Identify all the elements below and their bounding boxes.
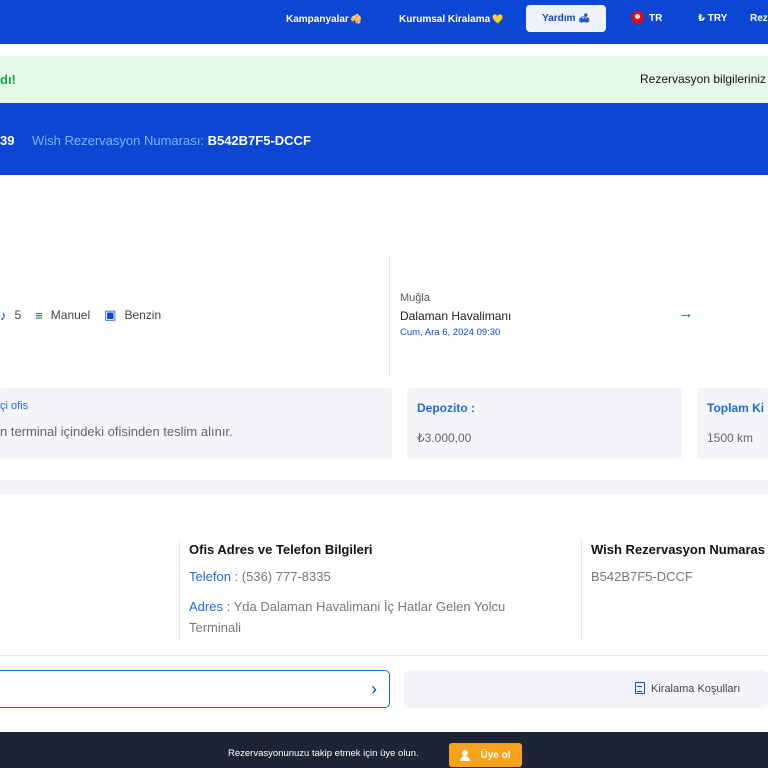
- success-message: dı!: [0, 72, 16, 87]
- section-separator: [0, 480, 768, 494]
- language-label: TR: [649, 13, 663, 24]
- total-km-value: 1500 km: [707, 431, 754, 445]
- divider: [389, 256, 390, 376]
- nav-help-button[interactable]: Yardım 🛋: [526, 5, 606, 32]
- column-divider: [581, 540, 582, 640]
- chevron-right-icon: ›: [371, 679, 377, 699]
- seat-icon: ♪: [0, 307, 7, 323]
- address-value: Yda Dalaman Havalimani İç Hatlar Gelen Y…: [189, 599, 506, 635]
- phone-label: Telefon :: [189, 569, 239, 584]
- rental-terms-label: Kiralama Koşulları: [651, 683, 741, 695]
- signup-button[interactable]: Üye ol: [449, 743, 522, 767]
- expand-details-button[interactable]: ›: [0, 670, 390, 708]
- fortune-cookie-icon: 🥠: [350, 14, 363, 24]
- column-divider: [179, 540, 180, 640]
- arrow-right-icon[interactable]: →: [678, 306, 694, 322]
- deposit-card: Depozito : ₺3.000,00: [407, 388, 682, 459]
- nav-campaigns-label: Kampanyalar: [286, 14, 349, 25]
- rental-terms-button[interactable]: Kiralama Koşulları: [404, 670, 768, 708]
- reservation-header: 39 Wish Rezervasyon Numarası: B542B7F5-D…: [0, 103, 768, 175]
- wish-number-value: B542B7F5-DCCF: [591, 569, 693, 584]
- office-phone: Telefon : (536) 777-8335: [189, 569, 331, 584]
- fuel-type: Benzin: [124, 308, 162, 322]
- office-card-title: çi ofis: [0, 400, 29, 412]
- seat-count: 5: [14, 308, 22, 322]
- transmission-type: Manuel: [50, 308, 91, 322]
- banner-info-text: Rezervasyon bilgileriniz: [640, 72, 767, 86]
- currency-selector[interactable]: ₺ TRY: [698, 0, 727, 38]
- total-km-card: Toplam Ki 1500 km: [697, 388, 768, 459]
- wish-reservation-number: Wish Rezervasyon Numarası: B542B7F5-DCCF: [32, 133, 311, 148]
- signup-prompt: Rezervasyonunuzu takip etmek için üye ol…: [228, 748, 419, 759]
- phone-value[interactable]: (536) 777-8335: [242, 569, 331, 584]
- office-card-text: n terminal içindeki ofisinden teslim alı…: [0, 424, 233, 439]
- deposit-value: ₺3.000,00: [417, 431, 472, 445]
- success-banner: dı! Rezervasyon bilgileriniz: [0, 56, 768, 103]
- nav-campaigns[interactable]: Kampanyalar 🥠: [286, 0, 362, 38]
- office-contact-title: Ofis Adres ve Telefon Bilgileri: [189, 542, 373, 557]
- turkey-flag-icon: [631, 11, 644, 24]
- language-selector[interactable]: TR: [631, 0, 662, 38]
- office-info-card: çi ofis n terminal içindeki ofisinden te…: [0, 388, 392, 459]
- currency-label: ₺ TRY: [698, 13, 728, 24]
- car-specs: ♪ 5 ≡ Manuel ▣ Benzin: [0, 307, 175, 323]
- nav-reservation-label: Reze: [750, 13, 768, 24]
- divider: [0, 655, 768, 656]
- nav-corporate-label: Kurumsal Kiralama: [399, 14, 491, 25]
- user-icon: [460, 749, 471, 761]
- rental-terms-content: Kiralama Koşulları: [635, 682, 740, 695]
- top-navbar: Kampanyalar 🥠 Kurumsal Kiralama 💛 Yardım 🛋 …: [0, 0, 768, 44]
- reservation-code: 39: [0, 133, 15, 148]
- document-icon: [635, 682, 645, 694]
- dropoff-location: Dalaman Havalimanı: [400, 309, 512, 323]
- office-address: Adres : Yda Dalaman Havalimani İç Hatlar…: [189, 596, 549, 638]
- dropoff-city: Muğla: [400, 292, 430, 304]
- help-icon: 🛋: [578, 13, 590, 23]
- wish-reservation-label: Wish Rezervasyon Numarası:: [32, 133, 204, 148]
- signup-footer: Rezervasyonunuzu takip etmek için üye ol…: [0, 732, 768, 768]
- heart-icon: 💛: [492, 14, 504, 24]
- wish-reservation-value: B542B7F5-DCCF: [207, 133, 311, 148]
- total-km-title: Toplam Ki: [707, 401, 765, 415]
- wish-number-title: Wish Rezervasyon Numaras: [591, 542, 766, 557]
- deposit-title: Depozito :: [417, 401, 475, 415]
- nav-corporate-rental[interactable]: Kurumsal Kiralama 💛: [399, 0, 503, 38]
- signup-label: Üye ol: [480, 749, 511, 761]
- nav-reservation[interactable]: Reze: [750, 0, 768, 38]
- nav-help-label: Yardım: [542, 13, 576, 24]
- dropoff-datetime: Cum, Ara 6, 2024 09:30: [400, 327, 501, 338]
- fuel-pump-icon: ▣: [104, 307, 117, 322]
- gearbox-icon: ≡: [35, 307, 43, 323]
- address-label: Adres :: [189, 599, 231, 614]
